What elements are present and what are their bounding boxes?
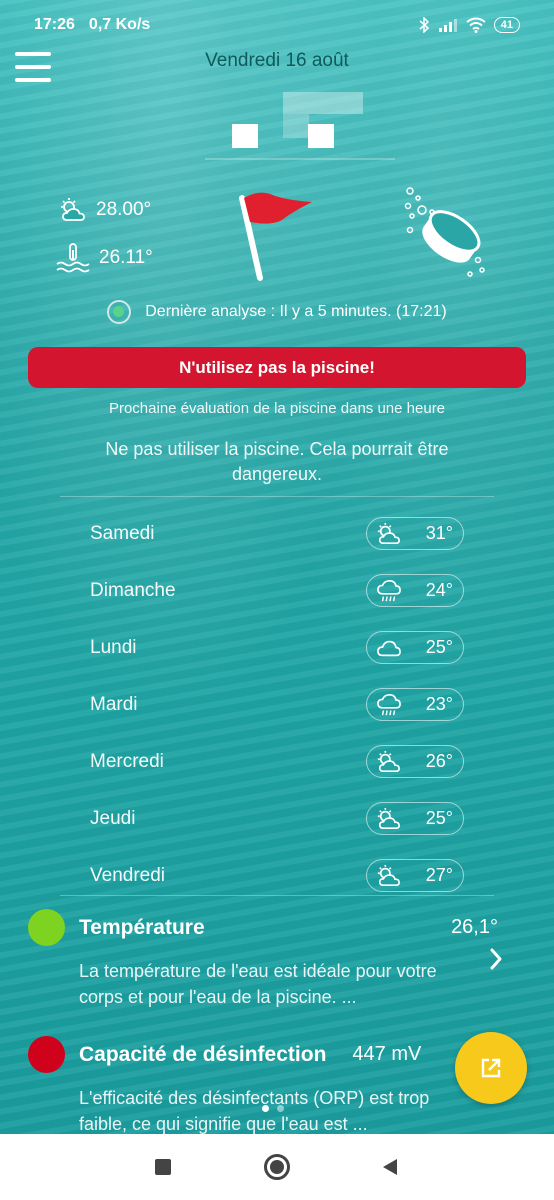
page-dot-active <box>262 1105 269 1112</box>
external-link-icon <box>481 1058 501 1078</box>
forecast-temp: 25° <box>425 808 453 828</box>
weather-forecast: Samedi 31° Dimanche 24° Lundi 25° Mardi … <box>90 505 464 904</box>
home-button[interactable] <box>247 1134 307 1200</box>
forecast-temp: 31° <box>425 523 453 543</box>
forecast-day: Lundi <box>90 636 137 658</box>
parameter-title: Capacité de désinfection <box>79 1042 327 1066</box>
parameter-description: La température de l'eau est idéale pour … <box>79 961 437 1007</box>
partly-sunny-icon <box>377 807 400 829</box>
water-temperature-value: 26.11° <box>99 247 153 268</box>
partly-sunny-icon <box>61 198 85 221</box>
forecast-temp: 26° <box>425 751 453 771</box>
square-icon <box>155 1159 171 1175</box>
last-analysis: Dernière analyse : Il y a 5 minutes. (17… <box>0 300 554 324</box>
forecast-pill: 31° <box>366 517 464 550</box>
pool-status-alert[interactable]: N'utilisez pas la piscine! <box>28 347 526 388</box>
partly-sunny-icon <box>377 522 400 544</box>
water-thermometer-icon <box>56 243 90 273</box>
cloud-icon <box>377 640 401 656</box>
forecast-day: Dimanche <box>90 579 176 601</box>
status-bar: 17:26 0,7 Ko/s 41 <box>0 0 554 50</box>
parameter-disinfection[interactable]: Capacité de désinfection 447 mV L'effica… <box>28 1036 498 1137</box>
next-evaluation: Prochaine évaluation de la piscine dans … <box>108 400 446 417</box>
forecast-day: Mardi <box>90 693 138 715</box>
wifi-icon <box>466 17 486 33</box>
page-indicator <box>262 1105 284 1112</box>
rain-icon <box>377 579 401 601</box>
status-dot <box>28 909 65 946</box>
status-dot <box>28 1036 65 1073</box>
signal-icon <box>438 19 457 32</box>
forecast-temp: 25° <box>425 637 453 657</box>
forecast-row: Lundi 25° <box>90 619 464 676</box>
forecast-row: Jeudi 25° <box>90 790 464 847</box>
pool-name-mask-left <box>232 124 258 148</box>
parameter-value: 26,1° <box>451 916 498 938</box>
battery-icon: 41 <box>493 17 520 33</box>
triangle-back-icon <box>383 1159 397 1175</box>
parameter-title: Température <box>79 915 205 939</box>
forecast-day: Vendredi <box>90 864 166 886</box>
water-temperature: 26.11° <box>55 242 153 274</box>
partly-sunny-icon <box>377 864 400 886</box>
forecast-pill: 26° <box>366 745 464 778</box>
chlorine-tablet-icon <box>404 187 485 277</box>
pool-name-blurred-2 <box>283 114 309 138</box>
parameter-temperature[interactable]: Température 26,1° La température de l'ea… <box>28 909 498 1010</box>
bluetooth-icon <box>419 17 429 33</box>
forecast-pill: 27° <box>366 859 464 892</box>
status-icons: 41 <box>418 17 520 33</box>
forecast-pill: 25° <box>366 631 464 664</box>
forecast-day: Samedi <box>90 522 155 544</box>
page-dot <box>277 1105 284 1112</box>
advice-text: Ne pas utiliser la piscine. Cela pourrai… <box>105 439 449 484</box>
pool-name-blurred <box>283 92 363 114</box>
forecast-temp: 23° <box>425 694 453 714</box>
status-time: 17:26 <box>34 16 75 33</box>
recent-apps-button[interactable] <box>133 1134 193 1200</box>
air-temperature-value: 28.00° <box>96 199 152 220</box>
forecast-temp: 27° <box>425 865 453 885</box>
forecast-row: Samedi 31° <box>90 505 464 562</box>
back-button[interactable] <box>360 1134 420 1200</box>
forecast-pill: 25° <box>366 802 464 835</box>
pool-name-mask-right <box>308 124 334 148</box>
partly-sunny-icon <box>377 750 400 772</box>
divider <box>60 895 494 896</box>
air-temperature: 28.00° <box>58 197 151 223</box>
system-nav-bar <box>0 1134 554 1200</box>
last-analysis-text: Dernière analyse : Il y a 5 minutes. (17… <box>145 303 447 320</box>
analysis-status-icon <box>107 300 132 324</box>
divider <box>60 496 494 497</box>
forecast-day: Jeudi <box>90 807 136 829</box>
forecast-row: Mercredi 26° <box>90 733 464 790</box>
forecast-day: Mercredi <box>90 750 164 772</box>
rain-icon <box>377 693 401 715</box>
red-flag-icon <box>239 192 312 281</box>
page-date: Vendredi 16 août <box>205 50 349 71</box>
forecast-row: Dimanche 24° <box>90 562 464 619</box>
chevron-right-icon[interactable] <box>486 946 506 972</box>
parameter-value: 447 mV <box>352 1043 422 1065</box>
forecast-row: Mardi 23° <box>90 676 464 733</box>
status-speed: 0,7 Ko/s <box>88 16 151 33</box>
pool-name-underline <box>205 158 395 160</box>
forecast-temp: 24° <box>425 580 453 600</box>
share-button[interactable] <box>455 1032 527 1104</box>
forecast-pill: 24° <box>366 574 464 607</box>
forecast-pill: 23° <box>366 688 464 721</box>
circle-icon <box>264 1154 290 1180</box>
